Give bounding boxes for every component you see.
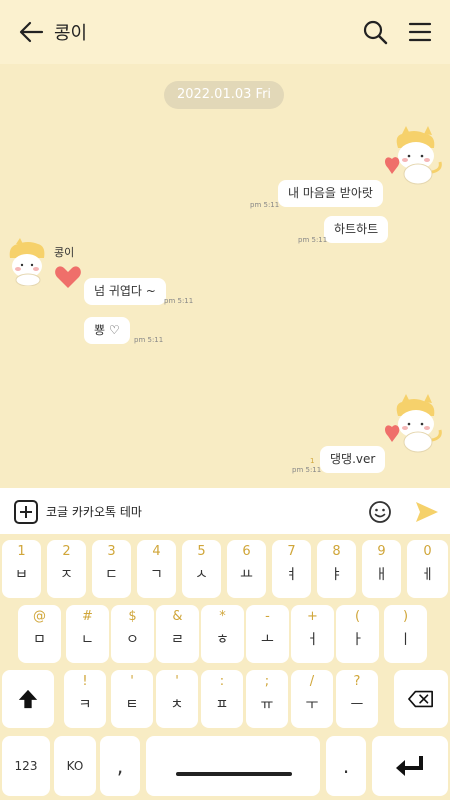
key[interactable]: :ㅍ <box>201 670 243 728</box>
sender-name: 콩이 <box>54 246 75 259</box>
space-key[interactable] <box>146 736 320 796</box>
key[interactable]: 8ㅑ <box>317 540 356 598</box>
message-time: pm 5:11 <box>292 466 322 474</box>
key[interactable]: -ㅗ <box>246 605 289 663</box>
key[interactable]: (ㅏ <box>336 605 379 663</box>
key[interactable]: + ㅓ <box>291 605 334 663</box>
dog-heart-sticker-icon <box>385 394 442 453</box>
chat-header: 콩이 <box>0 0 450 64</box>
key[interactable]: 0ㅔ <box>407 540 448 598</box>
enter-icon <box>396 756 423 776</box>
key[interactable]: # ㄴ <box>66 605 109 663</box>
key[interactable]: 5ㅅ <box>182 540 221 598</box>
message-time: pm 5:11 <box>164 297 194 305</box>
heart-sticker-icon <box>55 266 81 288</box>
chat-area[interactable]: 2022.01.03 Fri 내 마음을 받아랏 pm 5:11 하트하트 pm… <box>0 64 450 488</box>
comma-key[interactable]: , <box>100 736 140 796</box>
space-bar-indicator <box>176 772 292 776</box>
key[interactable]: 9ㅐ <box>362 540 401 598</box>
key[interactable]: ' ㅊ <box>156 670 198 728</box>
language-key[interactable]: KO <box>54 736 96 796</box>
backspace-key[interactable] <box>394 670 448 728</box>
key[interactable]: 2ㅈ <box>47 540 86 598</box>
chat-title: 콩이 <box>54 23 88 44</box>
key[interactable]: @ ㅁ <box>18 605 61 663</box>
keyboard: 1ㅂ 2ㅈ 3ㄷ 4ㄱ 5ㅅ 6ㅛ 7ㅕ 8ㅑ 9ㅐ 0ㅔ @ ㅁ # ㄴ $ ㅇ &… <box>0 534 450 800</box>
back-arrow-icon[interactable] <box>18 20 44 44</box>
search-icon[interactable] <box>362 19 388 45</box>
message-bubble[interactable]: 댕댕.ver <box>320 446 386 473</box>
key[interactable]: 7ㅕ <box>272 540 311 598</box>
friend-avatar[interactable] <box>4 238 50 286</box>
message-time: pm 5:11 <box>250 201 280 209</box>
message-input[interactable]: 코글 카카오톡 테마 <box>46 503 142 520</box>
key[interactable]: ! ㅋ <box>64 670 106 728</box>
key[interactable]: / ㅜ <box>291 670 333 728</box>
date-divider: 2022.01.03 Fri <box>164 81 284 109</box>
key[interactable]: * ㅎ <box>201 605 244 663</box>
message-time: pm 5:11 <box>134 336 164 344</box>
message-bubble[interactable]: 뿅 ♡ <box>84 317 130 344</box>
key[interactable]: 4ㄱ <box>137 540 176 598</box>
key[interactable]: & ㄹ <box>156 605 199 663</box>
message-time: pm 5:11 <box>298 236 328 244</box>
message-bubble[interactable]: 넘 귀엽다 ~ <box>84 278 166 305</box>
shift-icon <box>18 689 38 709</box>
enter-key[interactable] <box>372 736 448 796</box>
shift-key[interactable] <box>2 670 54 728</box>
key[interactable]: 3ㄷ <box>92 540 131 598</box>
attach-plus-icon[interactable] <box>14 500 38 524</box>
numbers-mode-key[interactable]: 123 <box>2 736 50 796</box>
backspace-icon <box>408 690 433 708</box>
key[interactable]: ? ㅡ <box>336 670 378 728</box>
send-icon[interactable] <box>414 500 440 524</box>
emoji-icon[interactable] <box>368 500 392 524</box>
key[interactable]: ' ㅌ <box>111 670 153 728</box>
period-key[interactable]: . <box>326 736 366 796</box>
key[interactable]: ; ㅠ <box>246 670 288 728</box>
message-bubble[interactable]: 하트하트 <box>324 216 389 243</box>
key[interactable]: ) ㅣ <box>384 605 427 663</box>
cat-heart-sticker-icon <box>385 126 442 185</box>
key[interactable]: 1ㅂ <box>2 540 41 598</box>
key[interactable]: $ ㅇ <box>111 605 154 663</box>
key[interactable]: 6ㅛ <box>227 540 266 598</box>
menu-icon[interactable] <box>408 21 432 43</box>
message-bubble[interactable]: 내 마음을 받아랏 <box>278 180 383 207</box>
unread-count: 1 <box>310 457 315 465</box>
message-input-bar: 코글 카카오톡 테마 <box>0 488 450 534</box>
